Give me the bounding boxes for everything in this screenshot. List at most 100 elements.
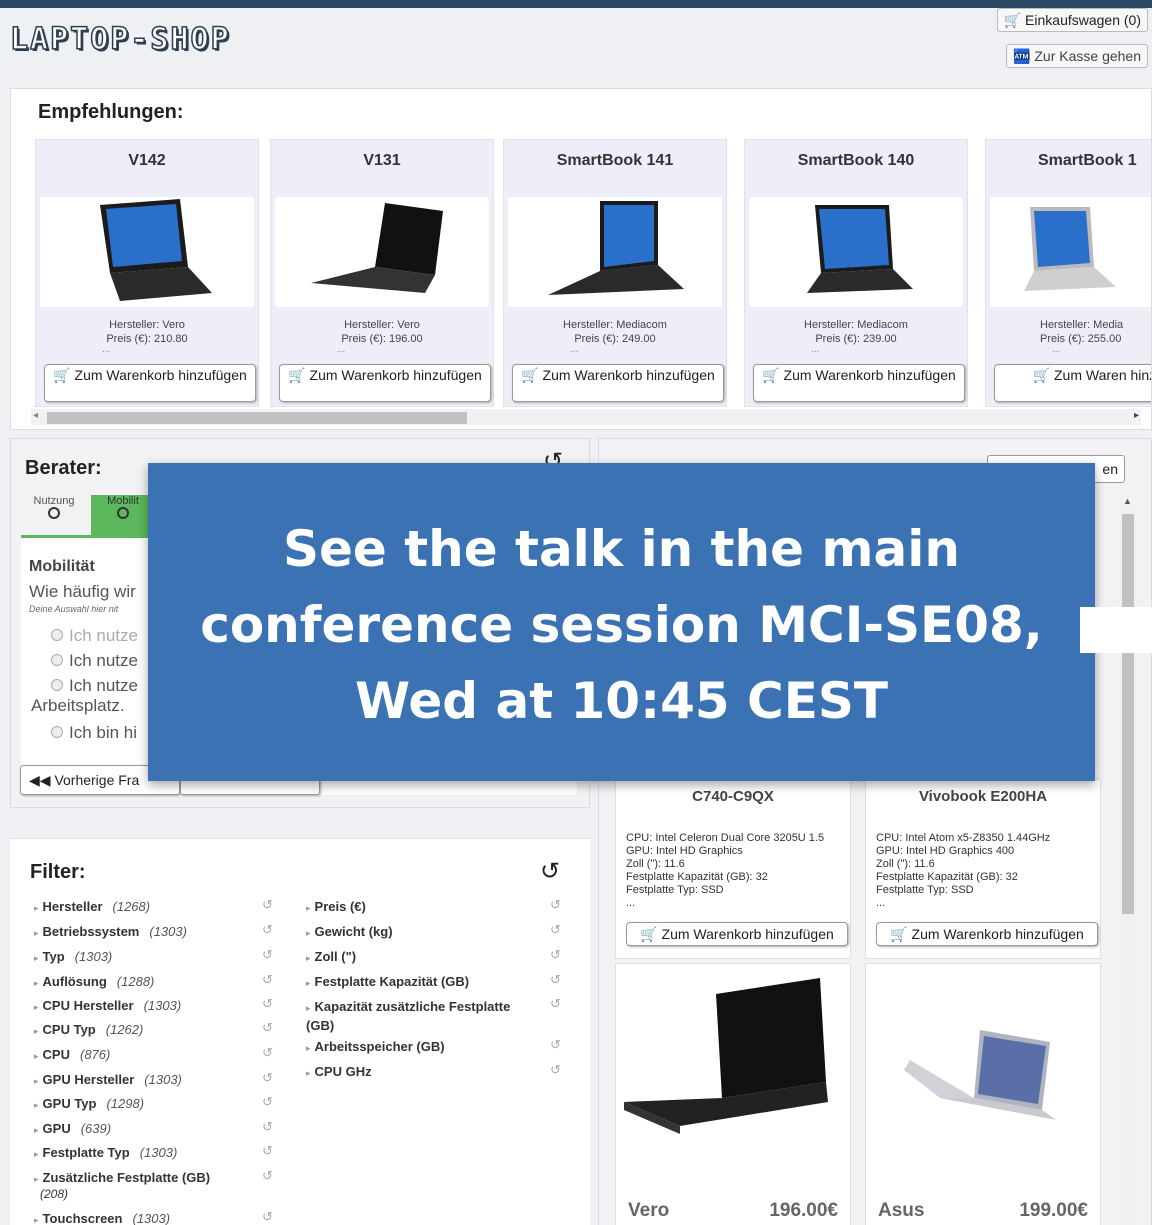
product-card[interactable]: Vero 196.00€ (615, 963, 851, 1225)
scrollbar-thumb[interactable] (1122, 514, 1134, 914)
price: Preis (€): 210.80 (106, 333, 188, 345)
cart-icon: 🛒 (762, 367, 784, 383)
scroll-right-icon[interactable]: ▸ (1134, 410, 1139, 421)
reset-icon[interactable]: ↺ (550, 1037, 561, 1053)
tab-mobilitaet[interactable]: Mobilit (91, 495, 155, 535)
recommendation-card[interactable]: SmartBook 1 Hersteller: Media Preis (€):… (985, 139, 1151, 407)
add-to-cart-button[interactable]: 🛒 Zum Warenkorb hinzufügen (44, 364, 256, 402)
expand-icon: ▸ (34, 928, 39, 938)
reset-icon[interactable]: ↺ (262, 1020, 273, 1036)
reset-icon[interactable]: ↺ (262, 1045, 273, 1061)
scrollbar-thumb[interactable] (47, 412, 467, 424)
product-card[interactable]: Vivobook E200HA CPU: Intel Atom x5-Z8350… (865, 779, 1101, 959)
filter-hersteller[interactable]: ▸ Hersteller (1268) (34, 899, 150, 914)
answer-option[interactable]: Ich bin hi (51, 723, 137, 743)
tab-nutzung[interactable]: Nutzung (21, 495, 87, 535)
reset-icon[interactable]: ↺ (262, 1209, 273, 1225)
reset-icon[interactable]: ↺ (262, 1143, 273, 1159)
tab-label: Mobilit (107, 495, 139, 507)
advisor-title: Berater: (25, 457, 102, 479)
add-to-cart-button[interactable]: 🛒 Zum Warenkorb hinzufügen (876, 922, 1098, 946)
recommendation-card[interactable]: V142 Hersteller: Vero Preis (€): 210.80 … (35, 139, 259, 407)
answer-option[interactable]: Ich nutze (51, 676, 138, 696)
reset-icon[interactable]: ↺ (550, 947, 561, 963)
filter-betriebssystem[interactable]: ▸ Betriebssystem (1303) (34, 924, 187, 939)
horizontal-scrollbar[interactable]: ◂ ▸ (31, 409, 1141, 425)
reset-icon[interactable]: ↺ (550, 1062, 561, 1078)
filter-zoll[interactable]: ▸ Zoll (") (306, 949, 356, 964)
filter-preis[interactable]: ▸ Preis (€) (306, 899, 366, 914)
recommendation-card[interactable]: SmartBook 141 Hersteller: Mediacom Preis… (503, 139, 727, 407)
expand-icon: ▸ (34, 1002, 39, 1012)
reset-filters-icon[interactable]: ↺ (540, 857, 560, 886)
radio-button[interactable] (51, 726, 63, 738)
arrow-bar (1080, 607, 1152, 653)
reset-icon[interactable]: ↺ (550, 897, 561, 913)
reset-icon[interactable]: ↺ (550, 996, 561, 1012)
tab-label: Nutzung (33, 495, 75, 507)
cart-icon: 🛒 (1032, 367, 1054, 383)
expand-icon: ▸ (306, 903, 311, 913)
checkout-button[interactable]: 🏧 Zur Kasse gehen (1006, 44, 1148, 68)
filter-gpu-typ[interactable]: ▸ GPU Typ (1298) (34, 1096, 144, 1111)
product-card[interactable]: C740-C9QX CPU: Intel Celeron Dual Core 3… (615, 779, 851, 959)
add-to-cart-button[interactable]: 🛒 Zum Warenkorb hinzufügen (512, 364, 724, 402)
filter-gpu-hersteller[interactable]: ▸ GPU Hersteller (1303) (34, 1072, 182, 1087)
answer-option[interactable]: Ich nutze (51, 651, 138, 671)
product-brand: Vero (628, 1200, 670, 1221)
filter-cpu-typ[interactable]: ▸ CPU Typ (1262) (34, 1022, 143, 1037)
reset-icon[interactable]: ↺ (262, 897, 273, 913)
filter-kapazitaet-zusaetzliche-festplatte[interactable]: ▸ Kapazität zusätzliche Festplatte (GB) (306, 998, 536, 1034)
filter-festplatte-kapazitaet[interactable]: ▸ Festplatte Kapazität (GB) (306, 974, 469, 989)
filter-aufloesung[interactable]: ▸ Auflösung (1288) (34, 974, 154, 989)
filter-touchscreen[interactable]: ▸ Touchscreen (1303) (34, 1211, 170, 1225)
expand-icon: ▸ (306, 978, 311, 988)
reset-icon[interactable]: ↺ (262, 1168, 273, 1184)
scroll-up-icon[interactable]: ▲ (1123, 496, 1132, 506)
recommendation-card[interactable]: V131 Hersteller: Vero Preis (€): 196.00 … (270, 139, 494, 407)
filter-cpu-ghz[interactable]: ▸ CPU GHz (306, 1064, 372, 1079)
filter-gpu[interactable]: ▸ GPU (639) (34, 1121, 111, 1136)
reset-icon[interactable]: ↺ (262, 972, 273, 988)
reset-icon[interactable]: ↺ (550, 922, 561, 938)
radio-button[interactable] (51, 629, 63, 641)
add-to-cart-button[interactable]: 🛒 Zum Waren hinzufügen (994, 364, 1151, 402)
cart-button[interactable]: 🛒 Einkaufswagen (0) (996, 8, 1148, 32)
radio-button[interactable] (51, 654, 63, 666)
reset-icon[interactable]: ↺ (262, 996, 273, 1012)
filter-cpu-hersteller[interactable]: ▸ CPU Hersteller (1303) (34, 998, 181, 1013)
radio-button[interactable] (51, 679, 63, 691)
reset-icon[interactable]: ↺ (262, 922, 273, 938)
filter-label: Arbeitsspeicher (GB) (314, 1039, 445, 1054)
filter-zusaetzliche-festplatte[interactable]: ▸ Zusätzliche Festplatte (GB) (34, 1170, 210, 1185)
filter-festplatte-typ[interactable]: ▸ Festplatte Typ (1303) (34, 1145, 177, 1160)
expand-icon: ▸ (34, 978, 39, 988)
filter-cpu[interactable]: ▸ CPU (876) (34, 1047, 110, 1062)
answer-option[interactable]: Ich nutze (51, 626, 138, 646)
banner-line: See the talk in the main (282, 520, 961, 578)
reset-icon[interactable]: ↺ (262, 1119, 273, 1135)
shop-logo[interactable]: LAPTOP-SHOP (9, 21, 231, 58)
filter-count: (1288) (116, 974, 155, 989)
add-to-cart-button[interactable]: 🛒 Zum Warenkorb hinzufügen (279, 364, 491, 402)
filter-count: (639) (80, 1121, 112, 1136)
recommendation-card[interactable]: SmartBook 140 Hersteller: Mediacom Preis… (744, 139, 968, 407)
filter-typ[interactable]: ▸ Typ (1303) (34, 949, 112, 964)
answer-label: Ich nutze (69, 676, 138, 695)
expand-icon: ▸ (306, 953, 311, 963)
cart-icon: 🛒 (1003, 12, 1022, 28)
reset-icon[interactable]: ↺ (262, 947, 273, 963)
filter-gewicht[interactable]: ▸ Gewicht (kg) (306, 924, 393, 939)
reset-icon[interactable]: ↺ (550, 972, 561, 988)
reset-icon[interactable]: ↺ (262, 1070, 273, 1086)
filter-arbeitsspeicher[interactable]: ▸ Arbeitsspeicher (GB) (306, 1039, 445, 1054)
ellipsis: ... (876, 897, 886, 909)
ellipsis: ... (811, 344, 820, 355)
vertical-scrollbar[interactable]: ▲ (1120, 492, 1136, 1225)
expand-icon: ▸ (306, 928, 311, 938)
reset-icon[interactable]: ↺ (262, 1094, 273, 1110)
scroll-left-icon[interactable]: ◂ (33, 410, 38, 421)
product-card[interactable]: Asus 199.00€ (865, 963, 1101, 1225)
add-to-cart-button[interactable]: 🛒 Zum Warenkorb hinzufügen (626, 922, 848, 946)
add-to-cart-button[interactable]: 🛒 Zum Warenkorb hinzufügen (753, 364, 965, 402)
